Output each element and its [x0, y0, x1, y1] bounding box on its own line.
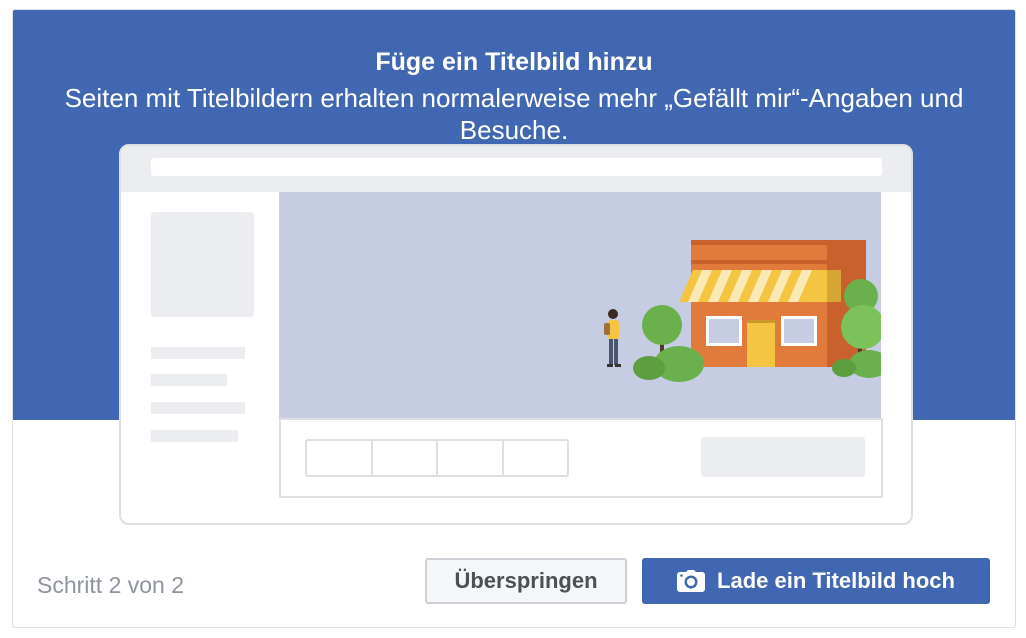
step-indicator: Schritt 2 von 2	[37, 572, 185, 598]
dialog-title: Füge ein Titelbild hinzu	[375, 48, 653, 76]
preview-profile-picture	[151, 212, 254, 317]
shop-illustration	[604, 240, 881, 382]
preview-sidebar-line	[151, 402, 245, 414]
person-figure	[604, 309, 621, 367]
shop-building	[679, 240, 866, 367]
dialog-subtitle: Seiten mit Titelbildern erhalten normale…	[64, 83, 964, 145]
page-preview-illustration	[119, 144, 913, 525]
preview-action-tabs	[305, 439, 569, 477]
camera-icon	[677, 570, 706, 592]
skip-button[interactable]: Überspringen	[425, 558, 627, 604]
preview-tab	[504, 441, 568, 475]
preview-sidebar-line	[151, 347, 245, 359]
preview-cta-button	[701, 437, 865, 477]
preview-tab	[438, 441, 504, 475]
preview-url-bar	[151, 158, 882, 176]
preview-cover-photo	[279, 192, 881, 420]
preview-sidebar-line	[151, 430, 238, 442]
upload-button-label: Lade ein Titelbild hoch	[717, 568, 955, 593]
preview-browser-bar	[121, 146, 911, 192]
preview-page-header-card	[279, 418, 883, 498]
skip-button-label: Überspringen	[454, 568, 598, 593]
preview-tab	[373, 441, 438, 475]
preview-tab	[307, 441, 373, 475]
cover-photo-dialog: Füge ein Titelbild hinzu Seiten mit Tite…	[12, 9, 1016, 628]
preview-sidebar-line	[151, 374, 227, 386]
upload-cover-photo-button[interactable]: Lade ein Titelbild hoch	[642, 558, 990, 604]
